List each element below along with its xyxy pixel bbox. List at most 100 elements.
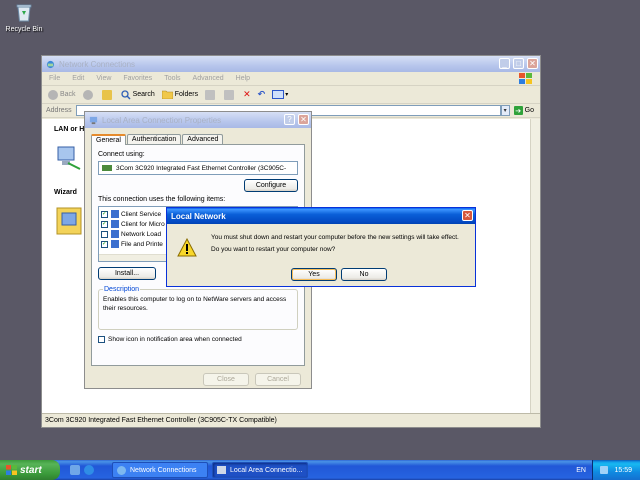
message-titlebar[interactable]: Local Network ✕ — [167, 208, 475, 224]
adapter-name-text: 3Com 3C920 Integrated Fast Ethernet Cont… — [116, 164, 287, 172]
configure-button[interactable]: Configure — [244, 179, 298, 192]
close-button[interactable]: ✕ — [527, 58, 538, 69]
file-printer-sharing-icon — [111, 240, 119, 248]
minimize-icon: _ — [502, 59, 507, 68]
close-dialog-button[interactable]: Close — [203, 373, 249, 386]
standard-toolbar: Back Search Folders ✕ ↶ ▾ — [42, 86, 540, 104]
views-button[interactable]: ▾ — [272, 90, 288, 99]
network-wizard-icon[interactable] — [56, 207, 82, 235]
network-connections-icon — [46, 60, 55, 68]
back-arrow-icon — [48, 89, 58, 100]
undo-button[interactable]: ↶ — [258, 89, 266, 100]
yes-button[interactable]: Yes — [291, 268, 337, 281]
cancel-label: Cancel — [267, 376, 289, 383]
taskbar-button-network-connections[interactable]: Network Connections — [112, 462, 208, 478]
help-button[interactable]: ? — [284, 114, 295, 125]
clock[interactable]: 15:59 — [614, 467, 632, 474]
network-adapter-icon — [102, 165, 112, 171]
delete-button[interactable]: ✕ — [243, 89, 251, 100]
show-icon-option[interactable]: Show icon in notification area when conn… — [98, 336, 298, 343]
configure-label: Configure — [255, 182, 287, 189]
copy-to-button[interactable] — [224, 89, 236, 100]
properties-title: Local Area Connection Properties — [102, 115, 222, 125]
maximize-button[interactable]: □ — [513, 58, 524, 69]
folders-button[interactable]: Folders — [161, 90, 199, 99]
quick-launch — [70, 465, 98, 475]
search-button[interactable]: Search — [120, 89, 155, 100]
back-button[interactable]: Back — [48, 89, 76, 100]
help-icon: ? — [287, 115, 292, 124]
menu-bar: File Edit View Favorites Tools Advanced … — [42, 72, 540, 86]
copy-to-icon — [224, 89, 235, 100]
tab-authentication[interactable]: Authentication — [126, 134, 182, 144]
internet-explorer-icon[interactable] — [84, 465, 94, 475]
component-label: Client Service — [121, 210, 162, 218]
recycle-bin-icon — [16, 4, 32, 22]
checkbox-checked[interactable]: ✓ — [101, 240, 108, 248]
language-indicator[interactable]: EN — [576, 467, 586, 474]
menu-file[interactable]: File — [49, 75, 60, 82]
address-dropdown-icon[interactable]: ▾ — [500, 105, 510, 116]
forward-arrow-icon — [82, 89, 93, 100]
checkbox-checked[interactable]: ✓ — [101, 220, 108, 228]
show-desktop-icon[interactable] — [70, 465, 80, 475]
undo-icon: ↶ — [257, 89, 266, 99]
component-label: File and Printe — [121, 240, 163, 248]
close-icon: ✕ — [529, 59, 536, 68]
forward-button[interactable] — [82, 89, 95, 100]
properties-titlebar[interactable]: Local Area Connection Properties ? ✕ — [85, 112, 311, 128]
checkbox-unchecked[interactable] — [101, 230, 108, 238]
lan-section-header: LAN or H — [54, 126, 85, 133]
client-service-icon — [111, 210, 119, 218]
restart-message-line1: You must shut down and restart your comp… — [211, 234, 459, 241]
start-button[interactable]: start — [0, 460, 60, 480]
properties-close-button[interactable]: ✕ — [298, 114, 309, 125]
menu-help[interactable]: Help — [236, 75, 250, 82]
network-load-icon — [111, 230, 119, 238]
views-dropdown-icon: ▾ — [285, 92, 289, 98]
tab-general[interactable]: General — [91, 134, 126, 145]
install-button[interactable]: Install... — [98, 267, 156, 280]
windows-logo-icon — [519, 73, 532, 84]
checkbox-checked[interactable]: ✓ — [101, 210, 108, 218]
recycle-bin-shortcut[interactable]: Recycle Bin — [4, 2, 44, 36]
no-button[interactable]: No — [341, 268, 387, 281]
menu-tools[interactable]: Tools — [164, 75, 180, 82]
delete-icon: ✕ — [243, 89, 251, 99]
vertical-scrollbar[interactable] — [530, 119, 540, 413]
minimize-button[interactable]: _ — [499, 58, 510, 69]
menu-favorites[interactable]: Favorites — [123, 75, 152, 82]
show-icon-label: Show icon in notification area when conn… — [108, 336, 242, 343]
up-folder-button[interactable] — [101, 89, 114, 100]
back-label: Back — [60, 91, 76, 98]
menu-edit[interactable]: Edit — [72, 75, 84, 82]
menu-advanced[interactable]: Advanced — [193, 75, 224, 82]
install-label: Install... — [114, 270, 140, 277]
task-label: Local Area Connectio... — [230, 466, 303, 474]
search-label: Search — [132, 91, 155, 98]
close-icon: ✕ — [300, 115, 307, 124]
tab-advanced[interactable]: Advanced — [182, 134, 224, 144]
description-legend: Description — [104, 286, 140, 293]
network-tray-icon[interactable] — [600, 466, 609, 474]
move-to-button[interactable] — [205, 89, 217, 100]
search-icon — [120, 89, 131, 100]
status-text: 3Com 3C920 Integrated Fast Ethernet Cont… — [45, 417, 277, 424]
menu-view[interactable]: View — [96, 75, 111, 82]
message-close-button[interactable]: ✕ — [462, 210, 473, 221]
no-label: No — [359, 271, 369, 278]
folders-label: Folders — [174, 91, 199, 98]
lan-connection-icon[interactable] — [54, 143, 84, 173]
cancel-button[interactable]: Cancel — [255, 373, 301, 386]
network-connections-icon — [117, 465, 126, 475]
go-label: Go — [524, 107, 534, 114]
go-button[interactable]: ➔ Go — [513, 106, 534, 115]
address-label: Address — [46, 107, 72, 114]
taskbar-button-lan-properties[interactable]: Local Area Connectio... — [212, 462, 308, 478]
network-window-titlebar[interactable]: Network Connections _ □ ✕ — [42, 56, 540, 72]
restart-message-line2: Do you want to restart your computer now… — [211, 246, 336, 253]
taskbar: start Network Connections Local Area Con… — [0, 460, 640, 480]
warning-icon — [177, 238, 197, 257]
connect-using-label: Connect using: — [98, 151, 145, 158]
show-icon-checkbox[interactable] — [98, 336, 105, 343]
